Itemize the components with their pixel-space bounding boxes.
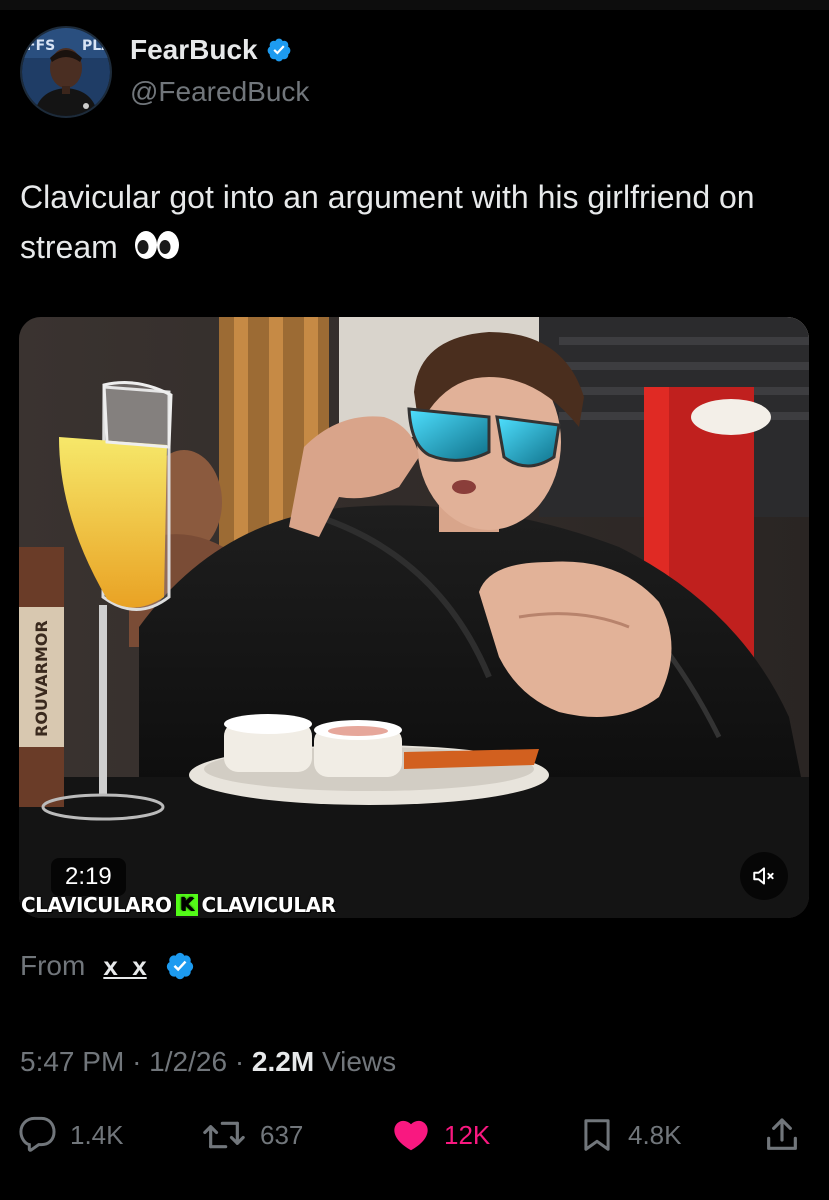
source-username-link[interactable]: x_x: [103, 951, 146, 982]
share-button[interactable]: [762, 1110, 802, 1160]
video-duration: 2:19: [51, 858, 126, 896]
video-player[interactable]: ROUVARMOR 2:19 CLAVICULARO K CLAVICULAR: [19, 317, 809, 918]
tweet-time[interactable]: 5:47 PM: [20, 1046, 124, 1077]
reply-count: 1.4K: [70, 1119, 124, 1150]
tweet-date[interactable]: 1/2/26: [149, 1046, 227, 1077]
verified-badge-icon: [166, 952, 193, 980]
speaker-muted-icon: [753, 867, 774, 885]
author-name-text: FearBuck: [130, 34, 258, 65]
views-count: 2.2M: [251, 1046, 315, 1077]
svg-text:PLA: PLA: [82, 38, 110, 54]
eyes-emoji-icon: [133, 225, 181, 275]
repost-count: 637: [260, 1119, 304, 1150]
avatar-image: FFS PLA: [22, 28, 110, 116]
share-icon: [767, 1118, 797, 1150]
heart-filled-icon: [394, 1120, 428, 1151]
author-display-name[interactable]: FearBuck: [130, 34, 292, 66]
kick-logo-icon: K: [175, 894, 198, 916]
video-frame: ROUVARMOR: [19, 317, 809, 918]
svg-text:FFS: FFS: [26, 38, 55, 54]
tweet-text: Clavicular got into an argument with his…: [20, 172, 810, 275]
meta-separator: ·: [132, 1046, 142, 1077]
stream-watermark: CLAVICULARO K CLAVICULAR: [21, 893, 336, 917]
mute-button[interactable]: [740, 852, 788, 900]
tweet-meta: 5:47 PM · 1/2/26 · 2.2M Views: [20, 1046, 396, 1078]
author-handle[interactable]: @FearedBuck: [130, 76, 309, 108]
like-count: 12K: [444, 1119, 491, 1150]
bookmark-count: 4.8K: [628, 1119, 682, 1150]
watermark-right-text: CLAVICULAR: [201, 893, 337, 917]
bookmark-button[interactable]: 4.8K: [578, 1110, 682, 1160]
verified-badge-icon: [267, 38, 290, 62]
bookmark-icon: [584, 1119, 610, 1151]
reply-icon: [19, 1116, 56, 1152]
meta-separator: ·: [234, 1046, 245, 1077]
tweet-body: Clavicular got into an argument with his…: [20, 179, 755, 265]
like-button[interactable]: 12K: [390, 1110, 490, 1160]
watermark-left-text: CLAVICULARO: [21, 893, 172, 917]
action-bar: 1.4K 637 12K 4.8K: [0, 1110, 829, 1160]
svg-text:ROUVARMOR: ROUVARMOR: [32, 620, 51, 737]
repost-button[interactable]: 637: [200, 1110, 303, 1160]
views-label: Views: [321, 1046, 397, 1077]
reply-button[interactable]: 1.4K: [18, 1110, 124, 1160]
source-attribution: From x_x: [20, 950, 195, 982]
author-avatar[interactable]: FFS PLA: [20, 26, 112, 118]
from-label: From: [20, 950, 86, 981]
repost-icon: [203, 1121, 245, 1149]
status-strip: [0, 0, 829, 10]
